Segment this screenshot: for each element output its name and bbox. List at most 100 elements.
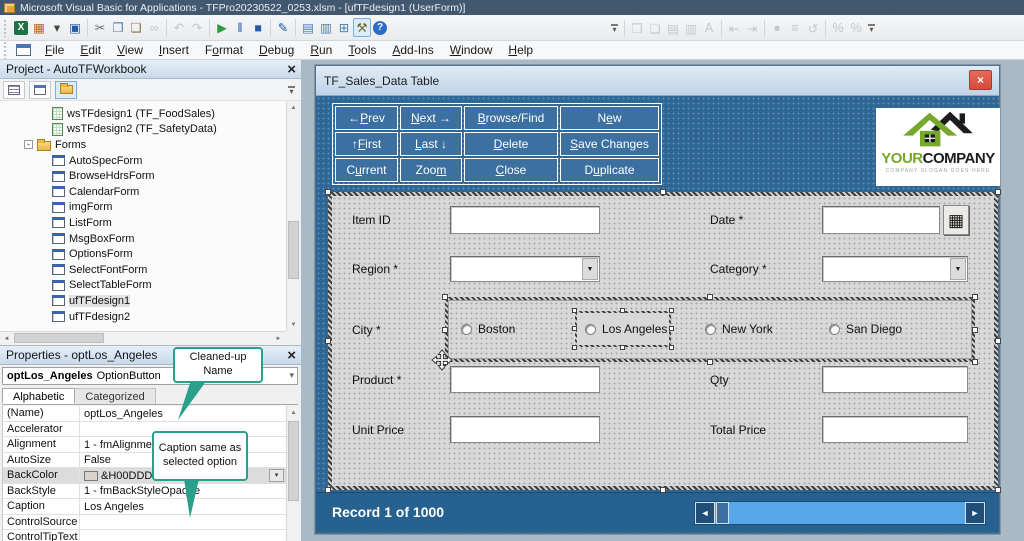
tree-item-optionsform[interactable]: OptionsForm — [0, 246, 286, 262]
last-button[interactable]: Last ↓ — [400, 132, 462, 156]
product-input[interactable] — [450, 366, 600, 393]
selection-handle[interactable] — [572, 308, 577, 313]
save-changes-button[interactable]: Save Changes — [560, 132, 659, 156]
selection-handle[interactable] — [660, 487, 666, 493]
selection-handle[interactable] — [620, 308, 625, 313]
project-tree-hscrollbar[interactable]: ◄ ► — [0, 331, 286, 344]
form-close-button[interactable]: × — [969, 70, 992, 90]
insert-object-dropdown-icon[interactable]: ▾ — [48, 18, 66, 37]
menu-item-view[interactable]: View — [109, 41, 151, 59]
qty-input[interactable] — [822, 366, 968, 393]
help-icon[interactable]: ? — [373, 21, 387, 35]
selection-handle[interactable] — [325, 338, 331, 344]
toolbar-grip[interactable] — [3, 19, 8, 37]
total-price-input[interactable] — [822, 416, 968, 443]
insert-userform-icon[interactable]: ▦ — [30, 18, 48, 37]
menu-item-edit[interactable]: Edit — [72, 41, 109, 59]
selection-handle[interactable] — [972, 327, 978, 333]
selection-handle[interactable] — [707, 359, 713, 365]
tree-item-selectfontform[interactable]: SelectFontForm — [0, 262, 286, 278]
tree-item-imgform[interactable]: imgForm — [0, 200, 286, 216]
category-combobox[interactable]: ▼ — [822, 256, 968, 282]
selection-handle[interactable] — [707, 294, 713, 300]
menu-item-help[interactable]: Help — [500, 41, 541, 59]
toggle-folders-button[interactable] — [55, 81, 77, 99]
item-id-input[interactable] — [450, 206, 600, 234]
tree-item-forms[interactable]: -Forms — [0, 137, 286, 153]
child-window-icon[interactable] — [16, 44, 31, 56]
view-object-button[interactable] — [29, 81, 51, 99]
break-icon[interactable]: ‖ — [231, 18, 249, 37]
project-panel-header[interactable]: Project - AutoTFWorkbook × — [0, 60, 301, 79]
cut-icon[interactable]: ✂ — [91, 18, 109, 37]
browse-find-button[interactable]: Browse/Find — [464, 106, 558, 130]
selection-handle[interactable] — [972, 294, 978, 300]
reset-icon[interactable]: ■ — [249, 18, 267, 37]
scroll-right-icon[interactable]: ► — [272, 332, 285, 345]
selection-handle[interactable] — [442, 327, 448, 333]
property-row-caption[interactable]: CaptionLos Angeles — [3, 499, 286, 515]
tree-item-wstfdesign2-tf-safetydata[interactable]: wsTFdesign2 (TF_SafetyData) — [0, 122, 286, 138]
tree-item-wstfdesign1-tf-foodsales[interactable]: wsTFdesign1 (TF_FoodSales) — [0, 106, 286, 122]
menu-item-add-ins[interactable]: Add-Ins — [384, 41, 441, 59]
selected-optionbutton-outline[interactable]: Los Angeles — [575, 311, 671, 347]
selection-handle[interactable] — [669, 345, 674, 350]
menu-item-format[interactable]: Format — [197, 41, 251, 59]
menu-item-window[interactable]: Window — [442, 41, 501, 59]
tree-item-calendarform[interactable]: CalendarForm — [0, 184, 286, 200]
project-tree-vscrollbar[interactable]: ▲ ▼ — [286, 101, 299, 331]
selection-handle[interactable] — [972, 359, 978, 365]
scroll-up-icon[interactable]: ▲ — [287, 101, 300, 114]
properties-window-icon[interactable]: ▥ — [317, 18, 335, 37]
property-row-controltiptext[interactable]: ControlTipText — [3, 530, 286, 541]
selection-handle[interactable] — [572, 326, 577, 331]
tab-categorized[interactable]: Categorized — [75, 388, 155, 404]
selection-handle[interactable] — [660, 189, 666, 195]
scroll-thumb[interactable] — [14, 333, 104, 343]
toolbar-overflow-2-icon[interactable]: ▾ — [865, 18, 878, 38]
delete-button[interactable]: Delete — [464, 132, 558, 156]
menu-item-run[interactable]: Run — [302, 41, 340, 59]
new-button[interactable]: New — [560, 106, 659, 130]
paste-icon[interactable]: ❏ — [127, 18, 145, 37]
selection-handle[interactable] — [325, 487, 331, 493]
close-icon[interactable]: × — [287, 346, 296, 365]
region-combobox[interactable]: ▼ — [450, 256, 600, 282]
chevron-down-icon[interactable]: ▼ — [950, 258, 966, 280]
scroll-down-icon[interactable]: ▼ — [287, 318, 300, 331]
property-row-backstyle[interactable]: BackStyle1 - fmBackStyleOpaque — [3, 484, 286, 500]
record-scroll-thumb[interactable] — [716, 502, 729, 524]
first-button[interactable]: ↑First — [335, 132, 398, 156]
menubar-grip[interactable] — [3, 41, 8, 59]
selection-handle[interactable] — [669, 308, 674, 313]
selection-handle[interactable] — [995, 189, 1001, 195]
property-row-name[interactable]: (Name)optLos_Angeles — [3, 406, 286, 422]
city-option-new-york[interactable]: New York — [705, 322, 773, 336]
record-scroll-right-button[interactable]: ► — [965, 502, 985, 524]
toolbar-overflow-icon[interactable]: ▾ — [608, 18, 621, 38]
selection-handle[interactable] — [669, 326, 674, 331]
selection-handle[interactable] — [572, 345, 577, 350]
record-scroll-left-button[interactable]: ◄ — [695, 502, 715, 524]
unit-price-input[interactable] — [450, 416, 600, 443]
selection-handle[interactable] — [995, 338, 1001, 344]
properties-vscrollbar[interactable]: ▲ — [286, 406, 299, 541]
prev-button[interactable]: ←Prev — [335, 106, 398, 130]
design-mode-icon[interactable]: ✎ — [274, 18, 292, 37]
tree-item-uftfdesign1[interactable]: ufTFdesign1 — [0, 293, 286, 309]
city-optiongroup-frame-selected[interactable]: BostonLos AngelesNew YorkSan Diego — [445, 297, 975, 362]
scroll-thumb[interactable] — [288, 421, 299, 501]
duplicate-button[interactable]: Duplicate — [560, 158, 659, 182]
calendar-picker-button[interactable]: ▦ — [943, 205, 969, 235]
selection-handle[interactable] — [995, 487, 1001, 493]
date-input[interactable] — [822, 206, 940, 234]
save-icon[interactable]: ▣ — [66, 18, 84, 37]
view-code-button[interactable] — [3, 81, 25, 99]
run-icon[interactable]: ▶ — [213, 18, 231, 37]
tree-item-selecttableform[interactable]: SelectTableForm — [0, 278, 286, 294]
selection-handle[interactable] — [442, 294, 448, 300]
menu-item-insert[interactable]: Insert — [151, 41, 197, 59]
scroll-up-icon[interactable]: ▲ — [287, 406, 300, 419]
next-button[interactable]: Next → — [400, 106, 462, 130]
selection-handle[interactable] — [620, 345, 625, 350]
